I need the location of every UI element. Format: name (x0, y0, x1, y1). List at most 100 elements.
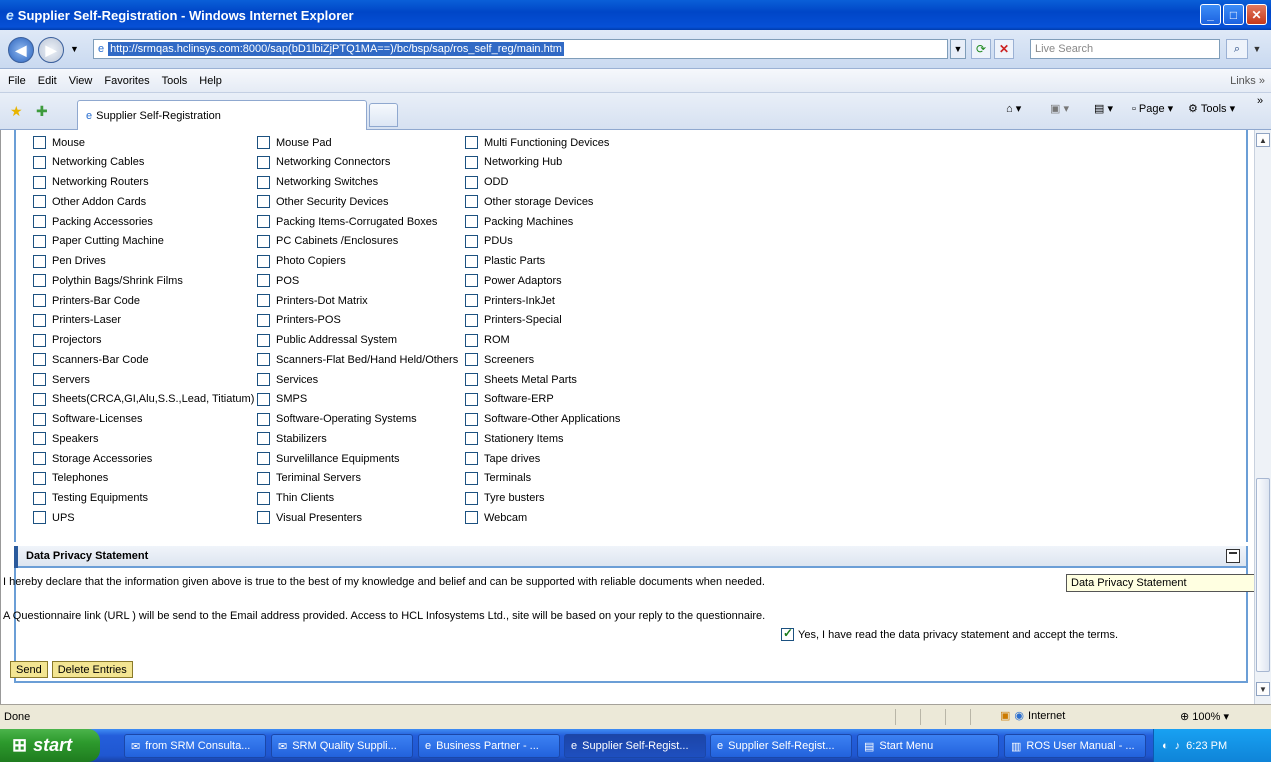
checkbox-icon[interactable] (257, 274, 270, 288)
category-checkbox[interactable]: Pen Drives (33, 254, 106, 268)
category-checkbox[interactable]: Packing Items-Corrugated Boxes (257, 215, 437, 228)
category-checkbox[interactable]: Tape drives (465, 452, 540, 465)
tools-menu[interactable]: ⚙ Tools ▾ (1188, 102, 1235, 116)
checkbox-icon[interactable] (257, 392, 270, 406)
category-checkbox[interactable]: Public Addressal System (257, 333, 397, 347)
checkbox-checked-icon[interactable] (781, 626, 794, 641)
category-checkbox[interactable]: ROM (465, 333, 510, 347)
checkbox-icon[interactable] (33, 215, 46, 228)
category-checkbox[interactable]: Software-Operating Systems (257, 412, 417, 426)
category-checkbox[interactable]: Paper Cutting Machine (33, 234, 164, 248)
task-srm-consulta[interactable]: ✉ from SRM Consulta... (124, 734, 266, 758)
search-icon[interactable]: ⌕ (1226, 39, 1248, 59)
category-checkbox[interactable]: Speakers (33, 432, 98, 446)
category-checkbox[interactable]: Printers-Bar Code (33, 294, 140, 307)
category-checkbox[interactable]: Printers-Laser (33, 313, 121, 327)
checkbox-icon[interactable] (257, 155, 270, 169)
accept-terms-checkbox[interactable]: Yes, I have read the data privacy statem… (781, 626, 1118, 641)
menu-view[interactable]: View (69, 75, 93, 87)
checkbox-icon[interactable] (257, 511, 270, 525)
checkbox-icon[interactable] (257, 175, 270, 189)
category-checkbox[interactable]: Storage Accessories (33, 452, 152, 465)
menu-help[interactable]: Help (199, 75, 222, 87)
category-checkbox[interactable]: Mouse Pad (257, 136, 332, 149)
links-toolbar[interactable]: Links » (1230, 75, 1265, 87)
page-menu[interactable]: ▫ Page ▾ (1132, 102, 1173, 116)
category-checkbox[interactable]: PC Cabinets /Enclosures (257, 234, 398, 248)
category-checkbox[interactable]: Networking Hub (465, 155, 562, 169)
volume-icon[interactable]: ♪ (1175, 740, 1181, 752)
minimize-button[interactable]: _ (1200, 4, 1221, 25)
add-favorites-icon[interactable]: ✚ (36, 103, 48, 120)
checkbox-icon[interactable] (257, 234, 270, 248)
category-checkbox[interactable]: Networking Connectors (257, 155, 390, 169)
history-dropdown-icon[interactable]: ▼ (70, 44, 79, 54)
category-checkbox[interactable]: Multi Functioning Devices (465, 136, 609, 149)
checkbox-icon[interactable] (33, 254, 46, 268)
checkbox-icon[interactable] (257, 412, 270, 426)
close-button[interactable]: ✕ (1246, 4, 1267, 25)
feeds-icon[interactable]: ▣ ▾ (1050, 102, 1069, 115)
checkbox-icon[interactable] (33, 452, 46, 465)
checkbox-icon[interactable] (465, 392, 478, 406)
category-checkbox[interactable]: Services (257, 373, 318, 386)
category-checkbox[interactable]: Thin Clients (257, 491, 334, 505)
checkbox-icon[interactable] (465, 491, 478, 505)
checkbox-icon[interactable] (33, 195, 46, 209)
checkbox-icon[interactable] (257, 491, 270, 505)
checkbox-icon[interactable] (33, 471, 46, 485)
category-checkbox[interactable]: Networking Cables (33, 155, 144, 169)
stop-button[interactable]: ✕ (994, 39, 1014, 59)
delete-entries-button[interactable]: Delete Entries (51, 661, 133, 678)
checkbox-icon[interactable] (257, 215, 270, 228)
checkbox-icon[interactable] (257, 313, 270, 327)
checkbox-icon[interactable] (257, 195, 270, 209)
checkbox-icon[interactable] (257, 452, 270, 465)
category-checkbox[interactable]: Software-Other Applications (465, 412, 620, 426)
checkbox-icon[interactable] (257, 373, 270, 386)
checkbox-icon[interactable] (33, 392, 46, 406)
task-start-menu[interactable]: ▤ Start Menu (857, 734, 999, 758)
task-supplier-self-reg[interactable]: e Supplier Self-Regist... (710, 734, 852, 758)
checkbox-icon[interactable] (465, 136, 478, 149)
checkbox-icon[interactable] (33, 175, 46, 189)
category-checkbox[interactable]: PDUs (465, 234, 513, 248)
checkbox-icon[interactable] (33, 234, 46, 248)
vertical-scrollbar[interactable]: ▲ ▼ (1254, 130, 1271, 704)
task-ros-user-manual[interactable]: ▥ ROS User Manual - ... (1004, 734, 1146, 758)
task-business-partner[interactable]: e Business Partner - ... (418, 734, 560, 758)
category-checkbox[interactable]: Printers-InkJet (465, 294, 555, 307)
category-checkbox[interactable]: Webcam (465, 511, 527, 525)
start-button[interactable]: ⊞ start (0, 729, 100, 762)
checkbox-icon[interactable] (465, 254, 478, 268)
category-checkbox[interactable]: Software-ERP (465, 392, 554, 406)
back-button[interactable]: ◀ (8, 37, 34, 63)
category-checkbox[interactable]: Survelillance Equipments (257, 452, 400, 465)
checkbox-icon[interactable] (257, 333, 270, 347)
category-checkbox[interactable]: Mouse (33, 136, 85, 149)
checkbox-icon[interactable] (33, 333, 46, 347)
checkbox-icon[interactable] (465, 333, 478, 347)
category-checkbox[interactable]: Packing Accessories (33, 215, 153, 228)
checkbox-icon[interactable] (257, 254, 270, 268)
category-checkbox[interactable]: Packing Machines (465, 215, 573, 228)
category-checkbox[interactable]: UPS (33, 511, 75, 525)
category-checkbox[interactable]: POS (257, 274, 299, 288)
category-checkbox[interactable]: Sheets(CRCA,GI,Alu,S.S.,Lead, Titiatum) (33, 392, 254, 406)
category-checkbox[interactable]: Networking Switches (257, 175, 378, 189)
task-srm-quality[interactable]: ✉ SRM Quality Suppli... (271, 734, 413, 758)
checkbox-icon[interactable] (465, 471, 478, 485)
category-checkbox[interactable]: Teriminal Servers (257, 471, 361, 485)
address-dropdown-icon[interactable]: ▼ (950, 39, 966, 59)
collapse-icon[interactable] (1226, 549, 1240, 563)
checkbox-icon[interactable] (33, 373, 46, 386)
category-checkbox[interactable]: Projectors (33, 333, 102, 347)
favorites-star-icon[interactable]: ★ (10, 103, 23, 120)
forward-button[interactable]: ▶ (38, 37, 64, 63)
category-checkbox[interactable]: Testing Equipments (33, 491, 148, 505)
category-checkbox[interactable]: Photo Copiers (257, 254, 346, 268)
category-checkbox[interactable]: Terminals (465, 471, 531, 485)
category-checkbox[interactable]: Printers-Dot Matrix (257, 294, 368, 307)
category-checkbox[interactable]: Tyre busters (465, 491, 545, 505)
chevron-more-icon[interactable]: » (1257, 95, 1263, 107)
